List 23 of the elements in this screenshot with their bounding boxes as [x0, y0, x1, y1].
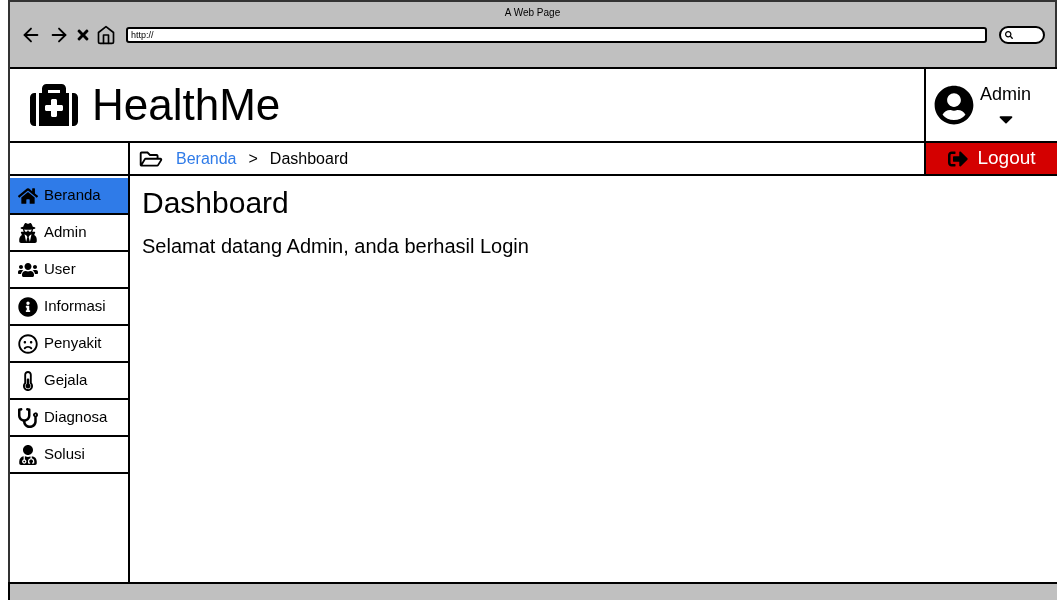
- avatar-icon: [934, 85, 974, 125]
- sidebar-item[interactable]: Beranda: [10, 178, 128, 215]
- home-icon: [18, 185, 38, 206]
- search-icon: [1005, 31, 1013, 39]
- window-title: A Web Page: [504, 6, 561, 20]
- stethoscope-icon: [18, 407, 38, 428]
- search-field[interactable]: [999, 26, 1045, 44]
- welcome-message: Selamat datang Admin, anda berhasil Login: [142, 234, 530, 259]
- breadcrumb-link[interactable]: Beranda: [176, 146, 237, 171]
- home-icon[interactable]: [96, 25, 116, 45]
- info-icon: [18, 296, 38, 317]
- doctor-icon: [18, 444, 38, 465]
- sad-face-icon: [18, 333, 38, 354]
- spy-icon: [18, 222, 38, 243]
- breadcrumb-separator: >: [248, 148, 258, 169]
- logo-text: HealthMe: [92, 83, 281, 127]
- user-panel[interactable]: Admin: [926, 69, 1057, 141]
- user-name: Admin: [980, 82, 1032, 106]
- close-icon[interactable]: [76, 27, 90, 43]
- logout-button[interactable]: Logout: [926, 143, 1057, 174]
- address-field[interactable]: http://: [126, 27, 987, 43]
- breadcrumb-current: Dashboard: [269, 148, 349, 169]
- page-title: Dashboard: [142, 185, 290, 221]
